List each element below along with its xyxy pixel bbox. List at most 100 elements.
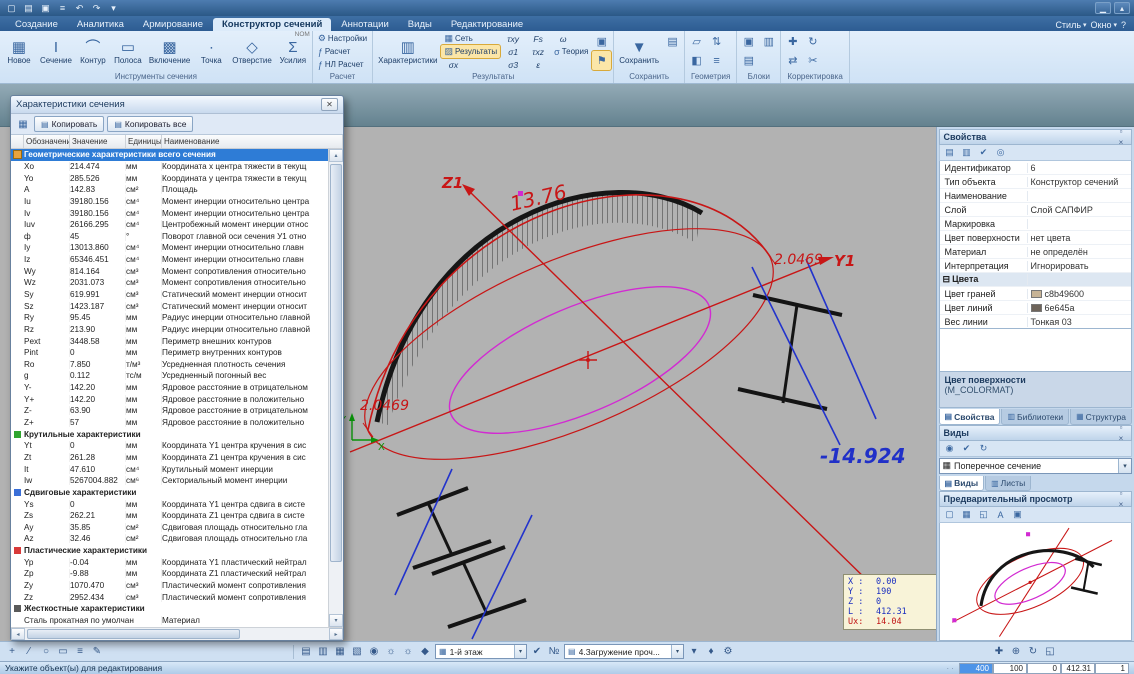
ribbon-tab[interactable]: Аннотации [332,18,398,31]
table-row[interactable]: Sy 619.991 см³ Статический момент инерци… [11,289,328,301]
column-header[interactable]: Обозначение [24,135,70,148]
ribbon-button[interactable]: ▦ Сеть [441,32,500,45]
status-field[interactable]: 1 [1095,663,1129,674]
dock-tab[interactable]: ▥Библиотеки [1001,409,1069,425]
floor-select[interactable]: ▦ 1-й этаж ▾ [435,644,527,659]
copy-button[interactable]: ▤Копировать [34,116,104,132]
ribbon-button[interactable]: ω [551,32,575,45]
table-row[interactable]: ф 45 ° Поворот главной оси сечения У1 от… [11,230,328,242]
visibility-button[interactable]: ◉ [366,644,382,660]
column-header[interactable]: Единицы [126,135,162,148]
ribbon-button[interactable]: NOM Σ Усилия [276,32,310,72]
copy-all-button[interactable]: ▤Копировать все [107,116,193,132]
open-icon[interactable]: ▤ [21,2,36,15]
grid-icon[interactable]: ▦ [960,508,974,521]
plan-view-button[interactable]: ▧ [349,644,365,660]
zoom-extents-button[interactable]: ◱ [1042,644,1058,660]
property-row[interactable]: Цвет граней c8b49600 [940,287,1131,301]
status-field[interactable]: 100 [993,663,1027,674]
ribbon-button[interactable]: ⇅ [707,32,726,51]
property-row[interactable]: Цвет поверхности нет цвета [940,231,1131,245]
dialog-title-bar[interactable]: Характеристики сечения ✕ [11,96,343,114]
table-row[interactable]: Iz 65346.451 см⁴ Момент инерции относите… [11,254,328,266]
views-tab[interactable]: ▥Листы [985,476,1031,491]
search-icon[interactable]: ◎ [994,146,1008,159]
table-row[interactable]: Pint 0 мм Периметр внутренних контуров [11,347,328,359]
ribbon-button[interactable]: ≡ [707,51,726,70]
zoom-in-button[interactable]: ⊕ [1008,644,1024,660]
property-row[interactable]: Идентификатор 6 [940,161,1131,175]
ribbon-button[interactable]: τxz [526,45,550,58]
table-row[interactable]: Ry 95.45 мм Радиус инерции относительно … [11,312,328,324]
image-icon[interactable]: ▣ [1011,508,1025,521]
ribbon-button[interactable]: ▭ Полоса [111,32,145,72]
ribbon-button[interactable]: σx [441,58,465,71]
ribbon-button[interactable]: ▥ [759,32,778,51]
ribbon-tab[interactable]: Создание [6,18,67,31]
table-row[interactable]: Iu 39180.156 см⁴ Момент инерции относите… [11,196,328,208]
save-icon[interactable]: ▣ [38,2,53,15]
apply-icon[interactable]: ✔ [977,146,991,159]
ribbon-button[interactable]: ↻ [803,32,822,51]
table-row[interactable]: Yt 0 мм Координата Y1 центра кручения в … [11,440,328,452]
materials-button[interactable]: ◆ [417,644,433,660]
line-tool-button[interactable]: ∕ [21,644,37,660]
visibility-icon[interactable]: ◉ [943,442,957,455]
table-row[interactable]: Iw 5267004.882 см⁶ Секториальный момент … [11,475,328,487]
ribbon-tab[interactable]: Конструктор сечений [213,18,331,31]
scroll-left-icon[interactable]: ◂ [11,628,25,640]
orbit-button[interactable]: ↻ [1025,644,1041,660]
property-row[interactable]: Наименование [940,189,1131,203]
ribbon-button[interactable]: ƒ НЛ Расчет [315,58,370,71]
edit-tool-button[interactable]: ✎ [89,644,105,660]
marker-button[interactable]: ♦ [703,644,719,660]
ribbon-button[interactable]: τxy [501,32,525,45]
chevron-down-icon[interactable]: ▾ [514,645,526,658]
table-row[interactable]: Геометрические характеристики всего сече… [11,149,328,161]
ribbon-button[interactable]: ⚑ [592,51,611,70]
table-row[interactable]: Iv 39180.156 см⁴ Момент инерции относите… [11,207,328,219]
table-row[interactable]: It 47.610 см⁴ Крутильный момент инерции [11,463,328,475]
property-row[interactable]: Слой Слой САПФИР [940,203,1131,217]
views-tab[interactable]: ▤Виды [939,476,985,491]
ribbon-button[interactable]: Fs [526,32,550,45]
loadcase-select[interactable]: ▤ 4.Загружение проч... ▾ [564,644,684,659]
ribbon-button[interactable]: ▤ [739,51,758,70]
chevron-down-icon[interactable]: ▾ [1118,459,1131,473]
ribbon-tab[interactable]: Редактирование [442,18,532,31]
table-row[interactable]: Iuv 26166.295 см⁴ Центробежный момент ин… [11,219,328,231]
project-tree-button[interactable]: ▤ [298,644,314,660]
ribbon-button[interactable]: ▦ Новое [2,32,36,72]
table-row[interactable]: Крутильные характеристики [11,428,328,440]
property-row[interactable]: ⊟Цвета [940,273,1131,287]
category-view-icon[interactable]: ▥ [960,146,974,159]
ribbon-button[interactable]: ▥ Характеристики [375,32,440,72]
vertical-scrollbar[interactable]: ▴ ▾ [328,149,343,627]
table-row[interactable]: Y+ 142.20 мм Ядровое расстояние в положи… [11,393,328,405]
table-row[interactable]: Y- 142.20 мм Ядровое расстояние в отрица… [11,382,328,394]
table-row[interactable]: Zz 2952.434 см³ Пластический момент сопр… [11,591,328,603]
dock-tab[interactable]: ▤Свойства [939,409,1001,425]
pin-icon[interactable]: ▫ [1115,488,1127,499]
ribbon-button[interactable]: Ι Сечение [37,32,75,72]
page-icon[interactable]: ▢ [943,508,957,521]
ribbon-button[interactable]: ▼ Сохранить [616,32,662,72]
scroll-right-icon[interactable]: ▸ [329,628,343,640]
status-field[interactable]: 400 [959,663,993,674]
table-row[interactable]: Pext 3448.58 мм Периметр внешних контуро… [11,335,328,347]
scroll-thumb[interactable] [27,629,240,639]
table-row[interactable]: Yo 285.526 мм Координата y центра тяжест… [11,172,328,184]
table-row[interactable]: Сдвиговые характеристики [11,487,328,499]
table-row[interactable]: Az 32.46 см² Сдвиговая площадь относител… [11,533,328,545]
status-field[interactable]: 0 [1027,663,1061,674]
ribbon-tab[interactable]: Аналитика [68,18,133,31]
app-icon[interactable]: ▢ [4,2,19,15]
property-row[interactable]: Тип объекта Конструктор сечений [940,175,1131,189]
property-row[interactable]: Цвет линий 6e645a [940,301,1131,315]
table-row[interactable]: Sz 1423.187 см³ Статический момент инерц… [11,300,328,312]
table-row[interactable]: Пластические характеристики [11,545,328,557]
property-row[interactable]: Интерпретация Игнорировать [940,259,1131,273]
ribbon-tab[interactable]: Армирование [134,18,212,31]
ribbon-button[interactable]: ▣ [739,32,758,51]
dropdown-button[interactable]: ▾ [686,644,702,660]
